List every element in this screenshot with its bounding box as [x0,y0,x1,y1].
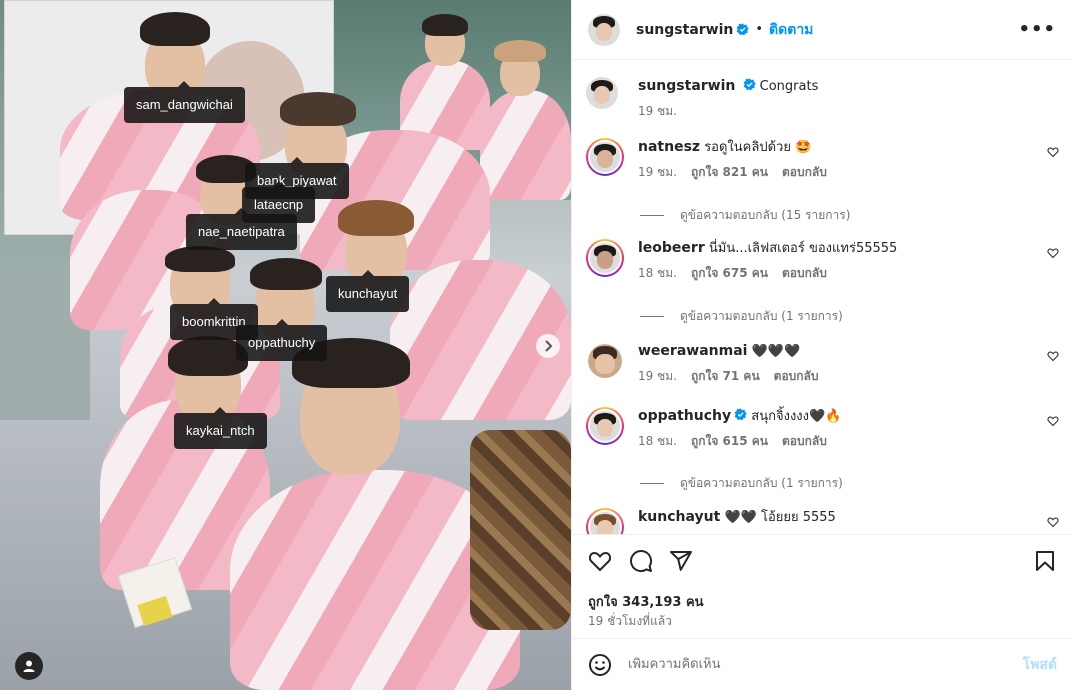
comment-item: kunchayut 🖤🖤 โอ้ยยย 5555 [586,508,1059,534]
comment-likes[interactable]: ถูกใจ 675 คน [691,266,768,280]
view-replies-button[interactable]: ดูข้อความตอบกลับ (1 รายการ) [640,474,843,493]
reply-button[interactable]: ตอบกลับ [782,266,827,280]
post-button[interactable]: โพสต์ [1023,654,1057,676]
likes-count[interactable]: ถูกใจ 343,193 คน [588,591,704,612]
reply-button[interactable]: ตอบกลับ [774,369,819,383]
post-side-panel: sungstarwin • ติดตาม ••• sungstarwin Con… [571,0,1072,690]
caption-text: Congrats [759,79,819,94]
view-replies-button[interactable]: ดูข้อความตอบกลับ (15 รายการ) [640,206,850,225]
more-horizontal-icon[interactable]: ••• [1018,19,1056,40]
comment-item: natnesz รอดูในคลิปด้วย 🤩 19 ชม. ถูกใจ 821… [586,138,1059,182]
photo-tag-kaykai[interactable]: kaykai_ntch [174,407,267,449]
comment-username[interactable]: oppathuchy [638,408,731,424]
comment-time: 19 ชม. [638,165,677,179]
comment-item: leobeerr นี่มัน...เลิฟสเตอร์ ของแทร่5555… [586,239,1059,283]
avatar[interactable] [588,13,620,46]
bookmark-icon[interactable] [1033,549,1057,573]
avatar[interactable] [586,77,618,109]
send-icon[interactable] [669,549,693,573]
view-replies-label: ดูข้อความตอบกลับ (1 รายการ) [680,309,843,323]
comment-item: oppathuchy สนุกจิ้งงงง🖤🔥 18 ชม. ถูกใจ 615… [586,407,1059,451]
photo-tag-label: lataecnp [254,197,304,212]
reply-button[interactable]: ตอบกลับ [782,434,827,448]
post-photo[interactable]: sam_dangwichai bank_piyawat lataecnp nae… [0,0,571,690]
post-actions: ถูกใจ 343,193 คน 19 ชั่วโมงที่แล้ว [572,534,1072,638]
comment-likes[interactable]: ถูกใจ 71 คน [691,369,760,383]
user-icon[interactable] [15,652,43,680]
heart-icon[interactable] [1047,350,1059,362]
verified-badge-icon [734,408,747,421]
comment-likes[interactable]: ถูกใจ 821 คน [691,165,768,179]
photo-tag-label: kunchayut [338,286,398,301]
comment-text: รอดูในคลิปด้วย 🤩 [704,140,812,155]
heart-icon[interactable] [588,549,612,573]
photo-tag-label: bank_piyawat [257,173,337,188]
comment-text: นี่มัน...เลิฟสเตอร์ ของแทร่55555 [708,241,898,256]
emoji-icon[interactable] [588,653,612,677]
comment-username[interactable]: kunchayut [638,509,720,525]
comment-text: สนุกจิ้งงงง🖤🔥 [751,409,842,424]
verified-badge-icon [737,23,750,36]
post-caption: sungstarwin Congrats 19 ชม. [586,77,1059,121]
header-username[interactable]: sungstarwin [636,22,733,38]
photo-tag-oppa[interactable]: oppathuchy [236,319,328,361]
heart-icon[interactable] [1047,247,1059,259]
header-separator: • [755,22,764,37]
comments-list[interactable]: sungstarwin Congrats 19 ชม. natnesz รอดู… [572,61,1072,534]
comment-item: weerawanmai 🖤🖤🖤 19 ชม. ถูกใจ 71 คน ตอบกลับ [586,342,1059,386]
caption-username[interactable]: sungstarwin [638,78,735,94]
post-header: sungstarwin • ติดตาม ••• [572,0,1072,60]
view-replies-label: ดูข้อความตอบกลับ (1 รายการ) [680,476,843,490]
view-replies-button[interactable]: ดูข้อความตอบกลับ (1 รายการ) [640,307,843,326]
heart-icon[interactable] [1047,415,1059,427]
heart-icon[interactable] [1047,516,1059,528]
heart-icon[interactable] [1047,146,1059,158]
comment-text: 🖤🖤 โอ้ยยย 5555 [724,510,836,525]
caption-time: 19 ชม. [638,104,677,118]
photo-tag-label: kaykai_ntch [186,423,255,438]
photo-tag-nae[interactable]: nae_naetipatra [186,208,297,250]
photo-tag-sam[interactable]: sam_dangwichai [124,81,245,123]
verified-badge-icon [743,78,756,91]
avatar[interactable] [586,239,624,277]
comment-input[interactable] [628,657,1023,672]
comment-username[interactable]: natnesz [638,139,700,155]
comment-text: 🖤🖤🖤 [751,344,801,359]
avatar[interactable] [586,407,624,445]
photo-tag-label: oppathuchy [248,335,316,350]
chevron-right-icon[interactable] [536,334,560,358]
comment-time: 18 ชม. [638,434,677,448]
avatar[interactable] [586,138,624,176]
comment-username[interactable]: weerawanmai [638,343,747,359]
comment-likes[interactable]: ถูกใจ 615 คน [691,434,768,448]
post-time[interactable]: 19 ชั่วโมงที่แล้ว [588,612,672,631]
comment-username[interactable]: leobeerr [638,240,705,256]
photo-tag-label: nae_naetipatra [198,224,285,239]
avatar[interactable] [588,344,622,378]
comment-icon[interactable] [629,549,653,573]
photo-tag-kunchayut[interactable]: kunchayut [326,270,410,312]
comment-time: 18 ชม. [638,266,677,280]
photo-tag-label: sam_dangwichai [136,97,233,112]
reply-button[interactable]: ตอบกลับ [782,165,827,179]
view-replies-label: ดูข้อความตอบกลับ (15 รายการ) [680,208,851,222]
follow-button[interactable]: ติดตาม [769,19,813,41]
avatar[interactable] [586,508,624,534]
add-comment-bar: โพสต์ [572,638,1072,690]
comment-time: 19 ชม. [638,369,677,383]
